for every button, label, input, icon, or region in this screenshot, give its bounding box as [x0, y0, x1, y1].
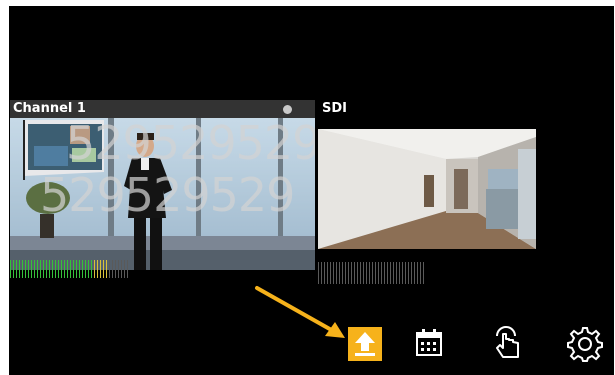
meter-bar — [64, 260, 65, 278]
meter-bar — [118, 260, 119, 278]
channel-title: SDI — [318, 100, 537, 118]
meter-bar — [360, 262, 361, 284]
meter-bar — [112, 260, 113, 278]
meter-bar — [387, 262, 388, 284]
meter-bar — [19, 260, 20, 278]
meter-bar — [88, 260, 89, 278]
overlay-text-line-1: 529529529 — [66, 118, 315, 170]
meter-bar — [375, 262, 376, 284]
meter-bar — [127, 260, 128, 278]
touch-icon — [496, 326, 519, 358]
meter-bar — [13, 260, 14, 278]
meter-bar — [372, 262, 373, 284]
meter-bar — [58, 260, 59, 278]
meter-bar — [393, 262, 394, 284]
meter-bar — [91, 260, 92, 278]
meter-bar — [103, 260, 104, 278]
meter-bar — [423, 262, 424, 284]
meter-bar — [405, 262, 406, 284]
meter-bar — [46, 260, 47, 278]
meter-bar — [52, 260, 53, 278]
meter-bar — [16, 260, 17, 278]
gear-icon — [567, 327, 603, 362]
meter-bar — [402, 262, 403, 284]
meter-bar — [49, 260, 50, 278]
channel-1-panel[interactable]: Channel 1 529529529 529529529 — [10, 100, 315, 287]
meter-bar — [94, 260, 95, 278]
channel-sdi-preview — [318, 129, 536, 249]
meter-bar — [417, 262, 418, 284]
meter-bar — [28, 260, 29, 278]
meter-bar — [109, 260, 110, 278]
meter-bar — [97, 260, 98, 278]
meter-bar — [420, 262, 421, 284]
meter-bar — [366, 262, 367, 284]
channel-title: Channel 1 — [10, 100, 315, 118]
meter-bar — [79, 260, 80, 278]
meter-bar — [408, 262, 409, 284]
meter-bar — [43, 260, 44, 278]
meter-bar — [106, 260, 107, 278]
audio-meter — [10, 260, 130, 278]
meter-bar — [70, 260, 71, 278]
hallway-scene — [318, 129, 536, 249]
upload-icon — [355, 332, 375, 356]
meter-bar — [25, 260, 26, 278]
channel-sdi-title: SDI — [322, 101, 347, 116]
meter-bar — [22, 260, 23, 278]
channel-1-title: Channel 1 — [13, 101, 86, 116]
meter-bar — [85, 260, 86, 278]
upload-button[interactable] — [348, 327, 382, 361]
meter-bar — [34, 260, 35, 278]
meter-bar — [378, 262, 379, 284]
meter-bar — [55, 260, 56, 278]
meter-bar — [73, 260, 74, 278]
meter-bar — [384, 262, 385, 284]
meter-bar — [124, 260, 125, 278]
meter-bar — [67, 260, 68, 278]
status-dot — [283, 105, 292, 114]
arrow-annotation — [255, 286, 345, 338]
schedule-button[interactable] — [412, 326, 446, 360]
meter-bar — [10, 260, 11, 278]
settings-button[interactable] — [567, 326, 603, 362]
meter-bar — [31, 260, 32, 278]
meter-bar — [396, 262, 397, 284]
meter-bar — [61, 260, 62, 278]
meter-bar — [37, 260, 38, 278]
device-screen: Channel 1 529529529 529529529 SDI — [9, 6, 614, 372]
meter-bar — [76, 260, 77, 278]
meter-bar — [369, 262, 370, 284]
channel-1-preview: 529529529 529529529 — [10, 118, 315, 270]
meter-bar — [381, 262, 382, 284]
meter-bar — [115, 260, 116, 278]
meter-bar — [100, 260, 101, 278]
calendar-icon — [416, 329, 442, 356]
meter-bar — [363, 262, 364, 284]
touch-button[interactable] — [491, 324, 525, 358]
meter-bar — [40, 260, 41, 278]
channel-sdi-panel[interactable]: SDI — [318, 100, 537, 287]
meter-bar — [411, 262, 412, 284]
overlay-text-line-2: 529529529 — [40, 168, 295, 222]
meter-bar — [82, 260, 83, 278]
meter-bar — [399, 262, 400, 284]
meter-bar — [121, 260, 122, 278]
meter-bar — [414, 262, 415, 284]
meter-bar — [390, 262, 391, 284]
